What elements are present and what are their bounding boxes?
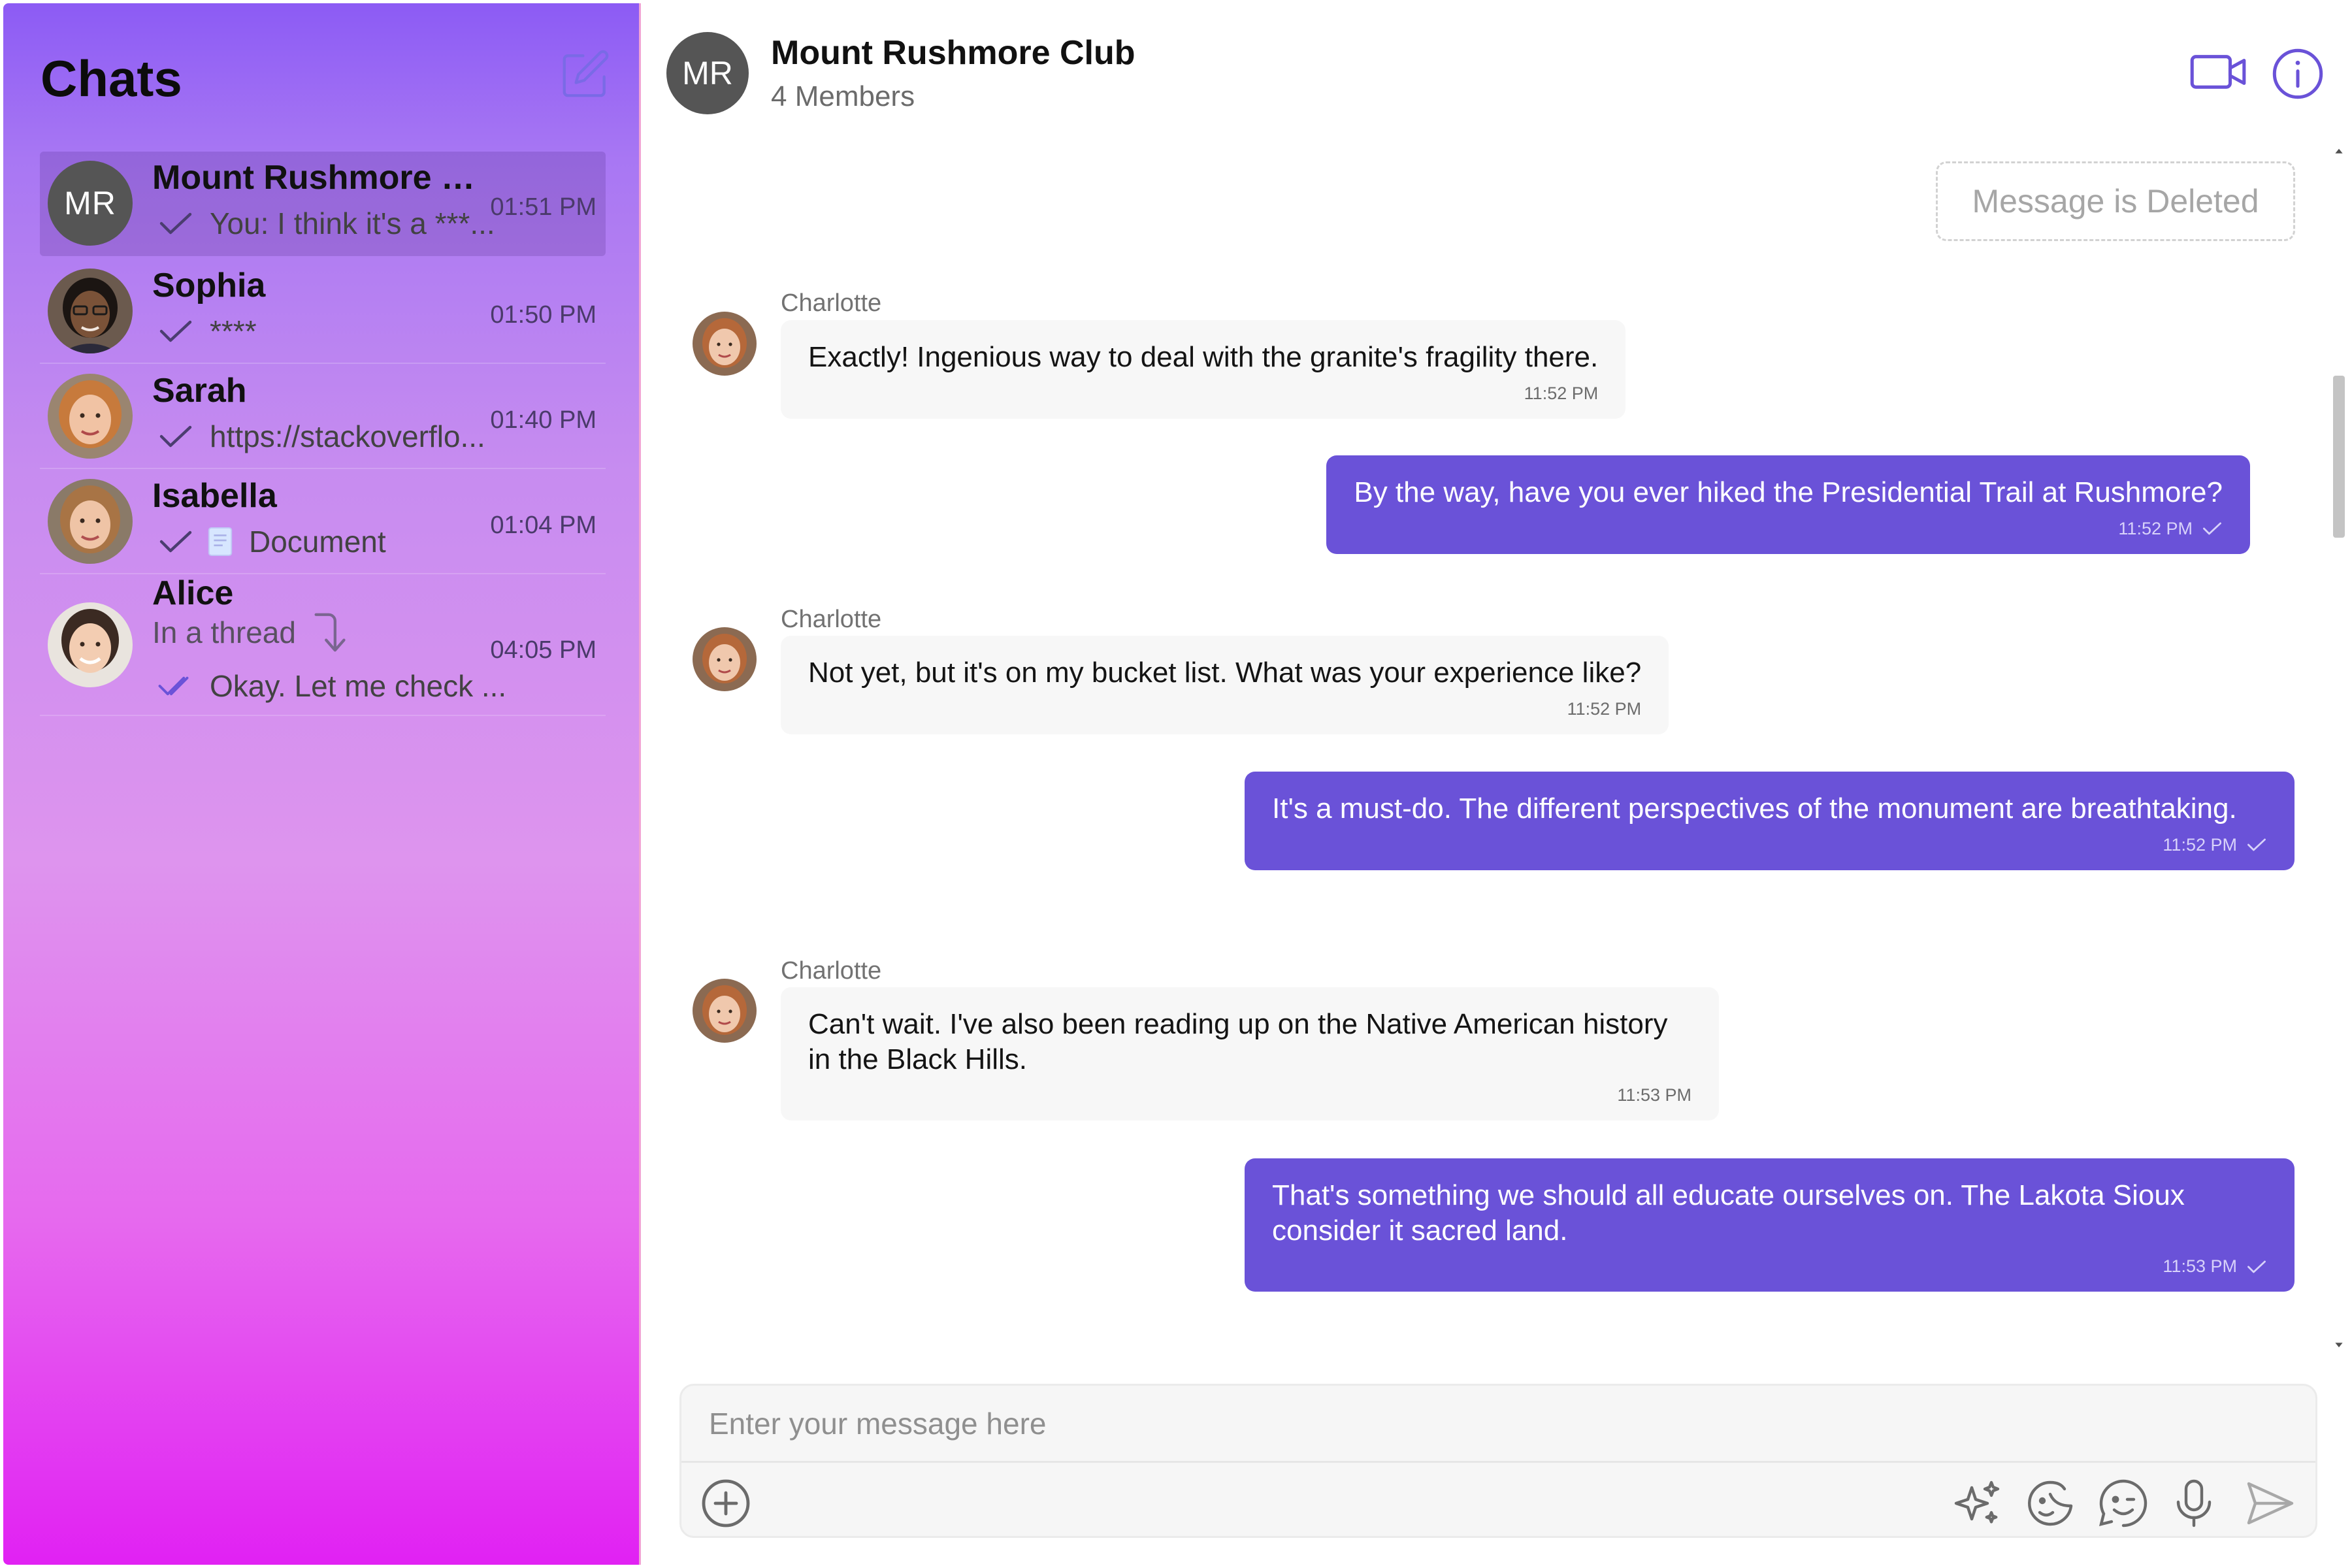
message-meta: 11:53 PM (1272, 1256, 2267, 1277)
composer-actions (681, 1463, 2315, 1540)
message-text: That's something we should all educate o… (1272, 1179, 2185, 1247)
conversation-name: Sophia (152, 267, 266, 304)
thread-label: In a thread (152, 615, 296, 649)
avatar (48, 374, 133, 459)
conversation-item-isabella[interactable]: Isabella Document 01:04 PM (40, 470, 606, 574)
avatar (48, 269, 133, 353)
message-time: 11:52 PM (1567, 698, 1642, 719)
sent-check-icon (2247, 838, 2266, 851)
emoji-icon[interactable] (2097, 1477, 2149, 1529)
sent-check-icon (2247, 1260, 2266, 1273)
incoming-message[interactable]: Exactly! Ingenious way to deal with the … (781, 320, 1626, 419)
conversation-name: Sarah (152, 372, 247, 410)
sent-check-icon (2203, 522, 2221, 535)
edit-icon[interactable] (557, 46, 613, 103)
conversation-name: Isabella (152, 477, 277, 515)
message-meta: 11:52 PM (808, 383, 1599, 404)
ai-sparkle-icon[interactable] (1951, 1477, 2003, 1529)
message-meta: 11:52 PM (808, 698, 1642, 720)
conversation-preview: You: I think it's a ***... (210, 206, 495, 240)
message-meta: 11:52 PM (1354, 518, 2223, 540)
message-text: Not yet, but it's on my bucket list. Wha… (808, 657, 1642, 689)
outgoing-message[interactable]: It's a must-do. The different perspectiv… (1245, 772, 2295, 870)
thread-arrow-icon (314, 613, 346, 652)
sent-check-icon (159, 320, 192, 342)
sender-avatar (693, 627, 757, 691)
message-text: It's a must-do. The different perspectiv… (1272, 792, 2237, 825)
sender-name: Charlotte (781, 289, 882, 317)
chat-title: Mount Rushmore Club (771, 34, 1135, 72)
outgoing-message[interactable]: By the way, have you ever hiked the Pres… (1326, 455, 2250, 554)
chats-sidebar: Chats MR Mount Rushmore Club You: I thin… (3, 3, 641, 1565)
conversation-preview-row: Okay. Let me check ... (157, 666, 549, 706)
message-meta: 11:52 PM (1272, 834, 2267, 856)
message-time: 11:52 PM (2163, 834, 2237, 855)
sender-avatar (693, 312, 757, 376)
microphone-icon[interactable] (2168, 1477, 2220, 1529)
message-composer (679, 1384, 2317, 1538)
read-double-check-icon (158, 676, 189, 696)
incoming-message[interactable]: Can't wait. I've also been reading up on… (781, 987, 1719, 1121)
message-time: 11:53 PM (2163, 1256, 2237, 1277)
message-meta: 11:53 PM (808, 1085, 1691, 1106)
message-scrollbar[interactable] (2329, 147, 2349, 1349)
send-icon[interactable] (2244, 1477, 2296, 1529)
group-avatar[interactable]: MR (666, 32, 749, 114)
message-text: By the way, have you ever hiked the Pres… (1354, 476, 2223, 508)
conversation-name: Mount Rushmore Club (152, 159, 479, 197)
scroll-up-icon[interactable] (2334, 147, 2344, 156)
document-icon (208, 527, 233, 557)
sender-avatar (693, 979, 757, 1043)
chat-header: MR Mount Rushmore Club 4 Members (643, 3, 2349, 134)
conversation-preview: Document (249, 525, 386, 559)
conversation-item-sophia[interactable]: Sophia **** 01:50 PM (40, 259, 606, 364)
chat-app: Chats MR Mount Rushmore Club You: I thin… (0, 0, 2352, 1568)
conversation-time: 01:50 PM (490, 301, 596, 329)
message-text: Can't wait. I've also been reading up on… (808, 1008, 1668, 1075)
conversation-preview: https://stackoverflo... (210, 419, 485, 453)
info-icon[interactable] (2270, 46, 2325, 101)
outgoing-message[interactable]: That's something we should all educate o… (1245, 1158, 2295, 1292)
conversation-item-alice[interactable]: Alice In a thread Okay. Let me check ...… (40, 574, 606, 716)
message-input[interactable] (681, 1386, 2315, 1463)
deleted-message: Message is Deleted (1936, 161, 2295, 241)
incoming-message[interactable]: Not yet, but it's on my bucket list. Wha… (781, 636, 1669, 734)
avatar (48, 602, 133, 687)
scroll-thumb[interactable] (2333, 376, 2345, 538)
conversation-preview: **** (210, 314, 257, 348)
message-time: 11:52 PM (1524, 383, 1599, 403)
message-text: Exactly! Ingenious way to deal with the … (808, 341, 1599, 373)
add-icon[interactable] (700, 1477, 752, 1529)
sidebar-title: Chats (41, 50, 182, 107)
sent-check-icon (159, 425, 192, 448)
message-list[interactable]: Message is Deleted Charlotte Exactly! In… (643, 134, 2349, 1356)
video-call-icon[interactable] (2189, 50, 2248, 93)
sender-name: Charlotte (781, 957, 882, 985)
conversation-name: Alice (152, 574, 234, 612)
sent-check-icon (159, 212, 192, 235)
conversation-time: 01:51 PM (490, 193, 596, 221)
members-count: 4 Members (771, 80, 915, 112)
conversation-item-sarah[interactable]: Sarah https://stackoverflo... 01:40 PM (40, 365, 606, 469)
sticker-icon[interactable] (2024, 1477, 2076, 1529)
avatar (48, 479, 133, 564)
conversation-time: 01:40 PM (490, 406, 596, 434)
sender-name: Charlotte (781, 606, 882, 633)
sent-check-icon (159, 531, 192, 553)
thread-row: In a thread (152, 613, 544, 652)
conversation-preview: Okay. Let me check ... (210, 669, 507, 703)
avatar: MR (48, 161, 133, 246)
message-time: 11:53 PM (1617, 1085, 1691, 1105)
scroll-down-icon[interactable] (2334, 1340, 2344, 1349)
message-time: 11:52 PM (2118, 518, 2193, 538)
conversation-time: 04:05 PM (490, 636, 596, 664)
conversation-time: 01:04 PM (490, 512, 596, 539)
conversation-item-mount-rushmore-club[interactable]: MR Mount Rushmore Club You: I think it's… (40, 152, 606, 256)
